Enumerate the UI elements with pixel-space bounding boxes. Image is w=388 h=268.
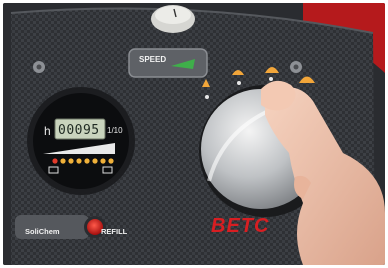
brand-logo: BETC	[211, 215, 270, 237]
speed-label: SPEED	[139, 55, 167, 64]
refill-label: REFILL	[101, 227, 128, 236]
photo-frame: h 00095 1/10 SPEED SoliChem REFILL BETC	[3, 3, 385, 265]
solichem-label: SoliChem	[25, 227, 60, 236]
hour-unit-label: h	[44, 124, 51, 138]
tenths-label: 1/10	[107, 126, 123, 135]
hour-meter-reading: 00095	[58, 123, 100, 138]
